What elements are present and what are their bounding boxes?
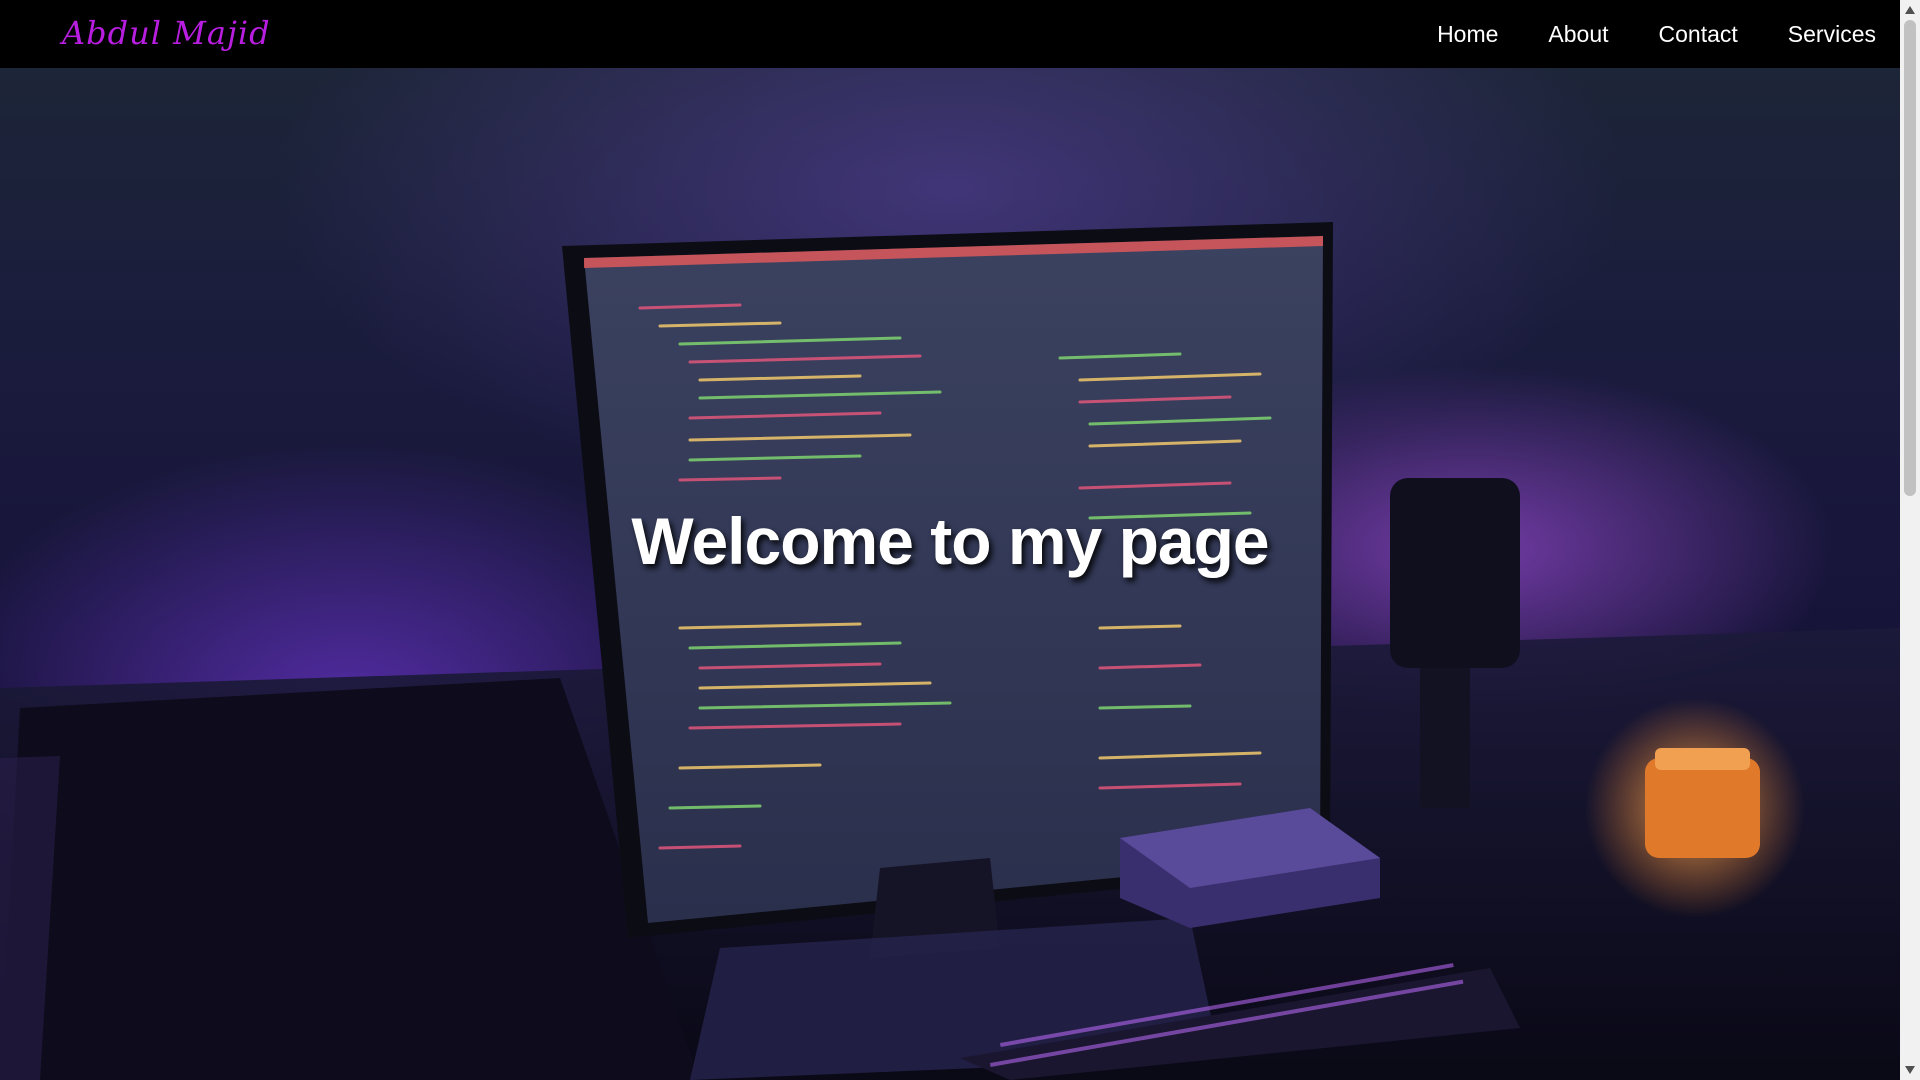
- nav-link-services[interactable]: Services: [1788, 21, 1876, 48]
- nav-link-home[interactable]: Home: [1437, 21, 1498, 48]
- brand-logo[interactable]: Abdul Majid: [62, 14, 271, 52]
- scroll-down-arrow-icon[interactable]: [1900, 1062, 1920, 1078]
- hero-title: Welcome to my page: [631, 504, 1269, 578]
- nav-link-about[interactable]: About: [1548, 21, 1608, 48]
- vertical-scrollbar[interactable]: [1900, 0, 1920, 1080]
- scroll-up-arrow-icon[interactable]: [1900, 2, 1920, 18]
- nav-menu: Home About Contact Services: [1387, 0, 1876, 68]
- page-viewport: Abdul Majid Home About Contact Services: [0, 0, 1900, 1080]
- scrollbar-thumb[interactable]: [1904, 20, 1916, 496]
- navbar: Abdul Majid Home About Contact Services: [0, 0, 1900, 68]
- nav-link-contact[interactable]: Contact: [1659, 21, 1738, 48]
- hero-section: Welcome to my page: [0, 68, 1900, 1080]
